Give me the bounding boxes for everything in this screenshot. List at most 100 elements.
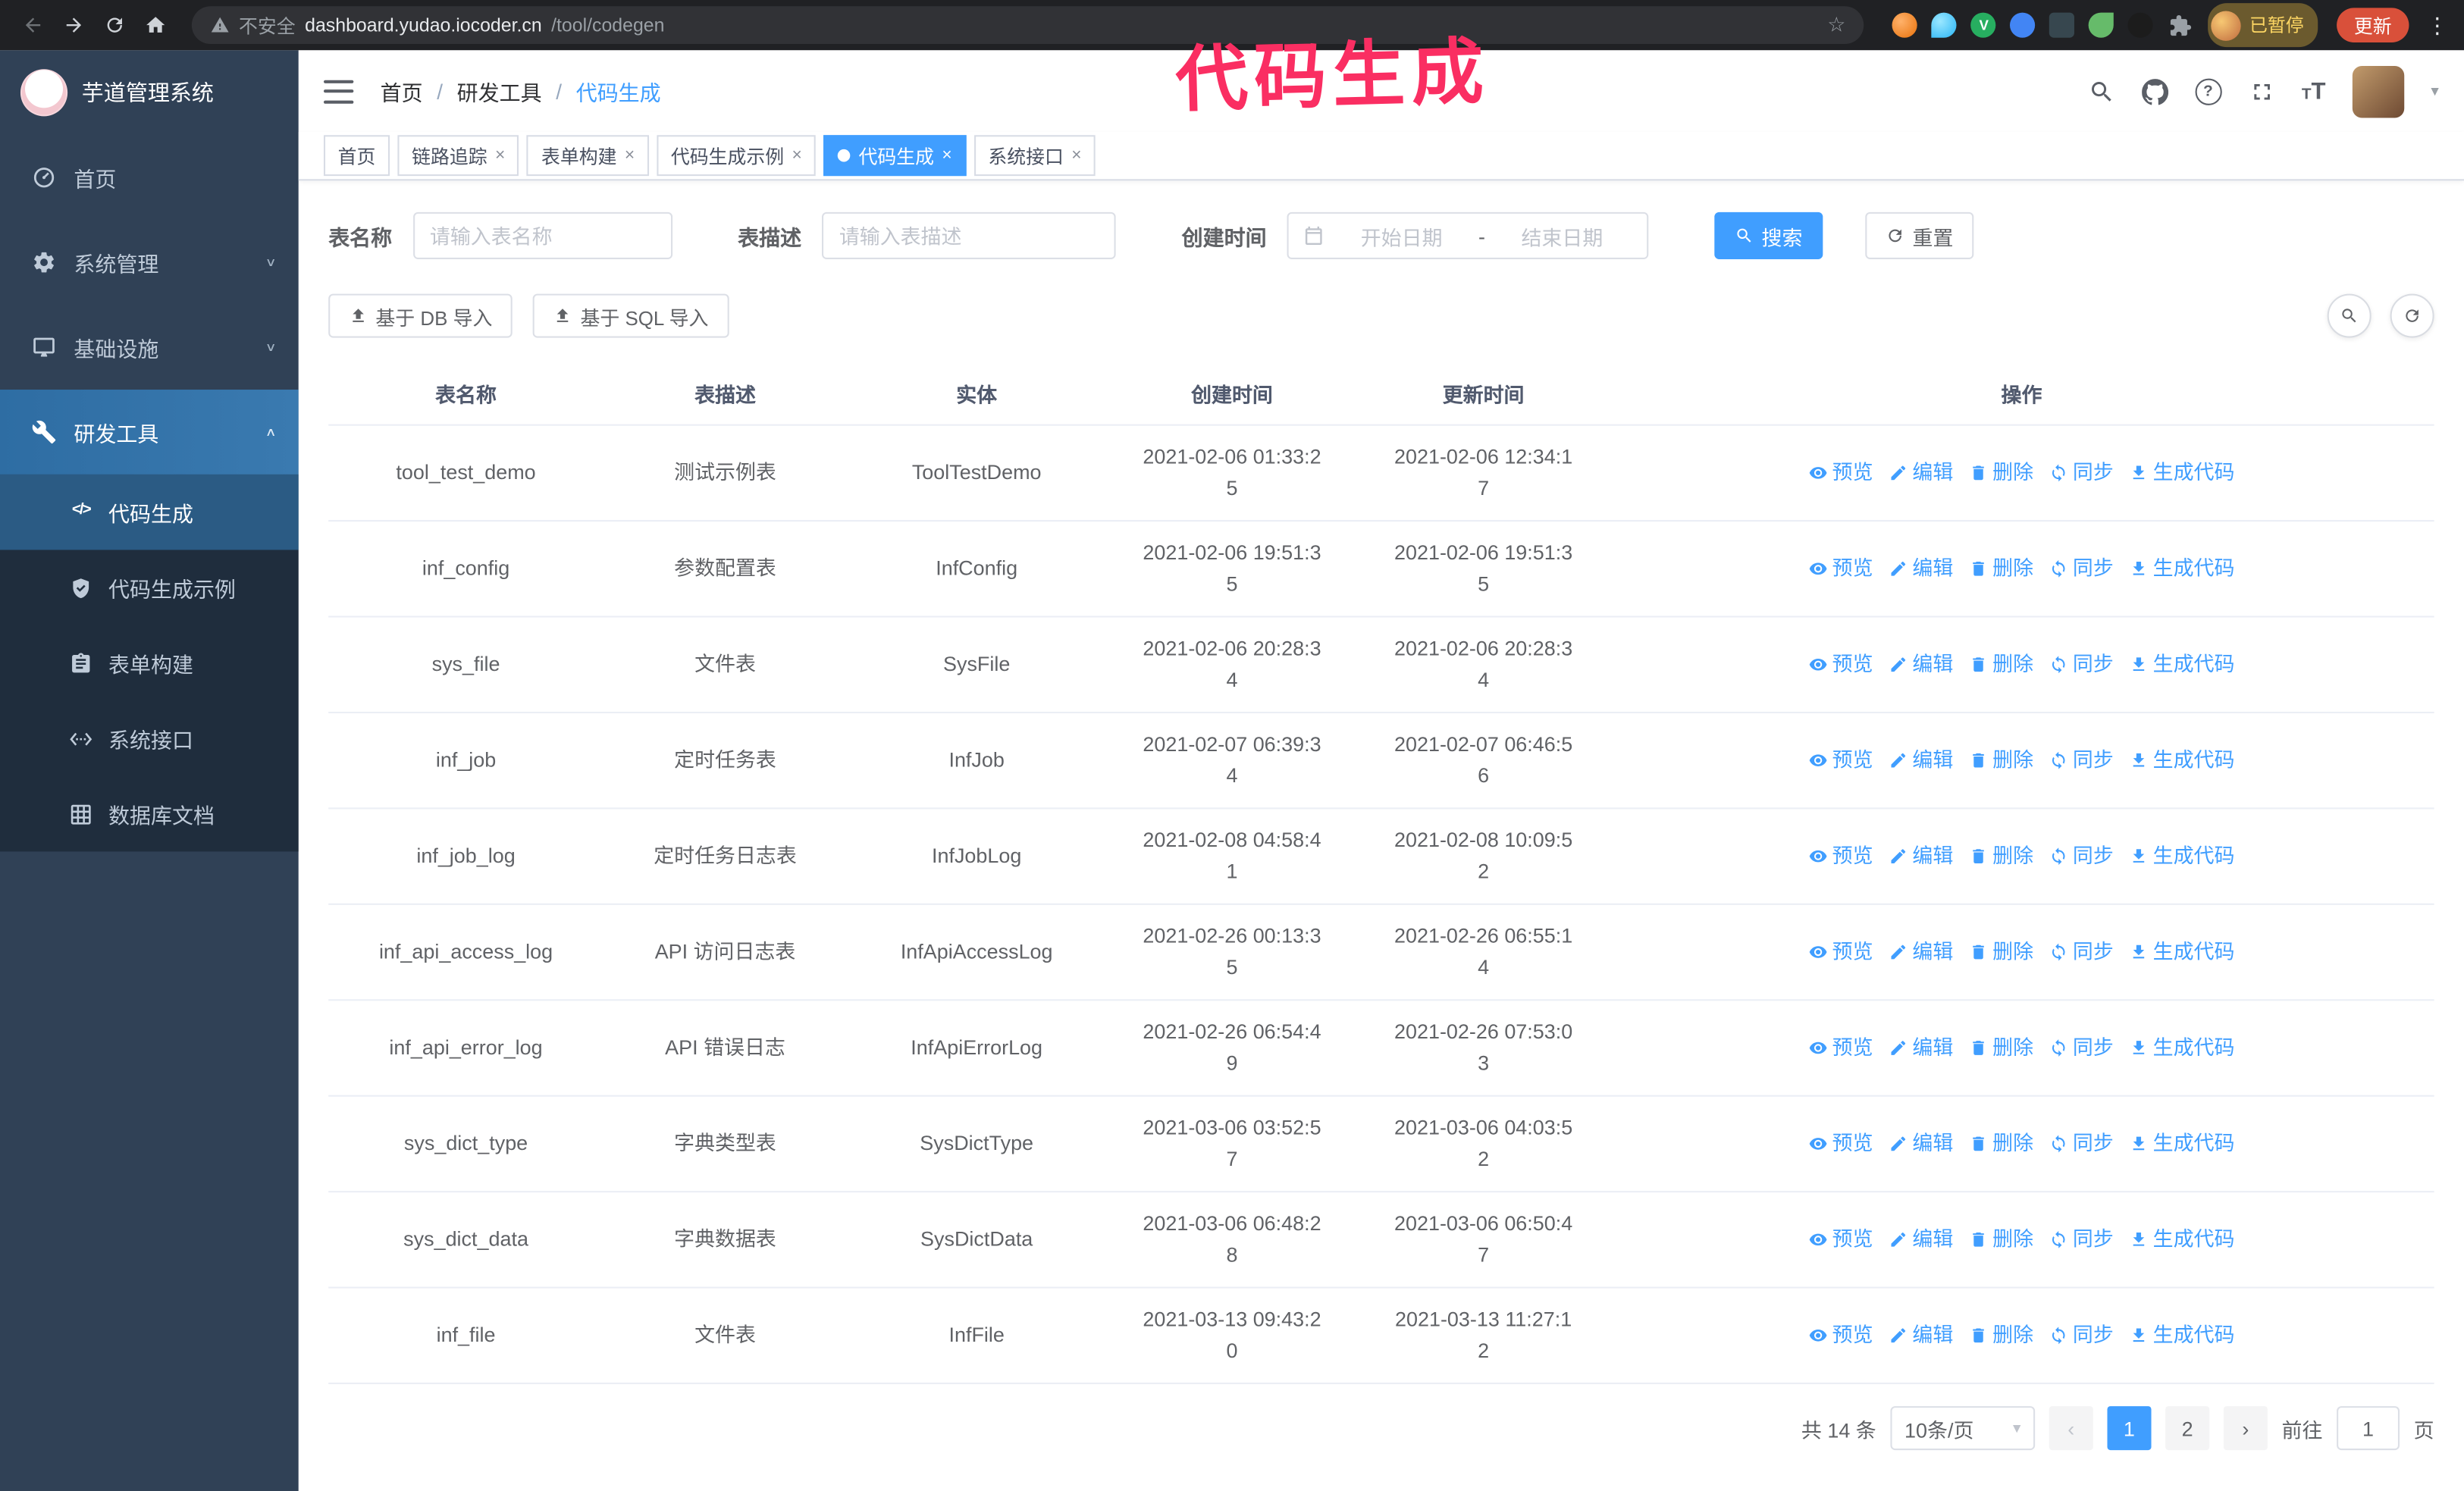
row-action-link[interactable]: 编辑 bbox=[1889, 841, 1953, 872]
reload-icon[interactable] bbox=[98, 8, 133, 42]
row-action-link[interactable]: 生成代码 bbox=[2130, 457, 2234, 488]
row-action-link[interactable]: 编辑 bbox=[1889, 1320, 1953, 1351]
table-desc-input[interactable] bbox=[822, 211, 1116, 259]
search-icon[interactable] bbox=[2088, 78, 2114, 105]
row-action-link[interactable]: 编辑 bbox=[1889, 553, 1953, 584]
page-size-select[interactable]: 10条/页 ▾ bbox=[1890, 1406, 2036, 1451]
tab-home[interactable]: 首页 bbox=[323, 135, 390, 177]
row-action-link[interactable]: 删除 bbox=[1969, 553, 2033, 584]
tab-tracing[interactable]: 链路追踪 × bbox=[397, 135, 519, 177]
row-action-link[interactable]: 删除 bbox=[1969, 1224, 2033, 1255]
row-action-link[interactable]: 删除 bbox=[1969, 841, 2033, 872]
row-action-link[interactable]: 编辑 bbox=[1889, 744, 1953, 775]
row-action-link[interactable]: 预览 bbox=[1809, 936, 1873, 967]
row-action-link[interactable]: 删除 bbox=[1969, 744, 2033, 775]
import-db-button[interactable]: 基于 DB 导入 bbox=[328, 293, 513, 338]
row-action-link[interactable]: 同步 bbox=[2049, 841, 2114, 872]
close-icon[interactable]: × bbox=[625, 146, 635, 165]
search-button[interactable]: 搜索 bbox=[1714, 211, 1823, 259]
home-icon[interactable] bbox=[138, 8, 173, 42]
tab-codegen-example[interactable]: 代码生成示例 × bbox=[657, 135, 817, 177]
page-button-1[interactable]: 1 bbox=[2107, 1406, 2152, 1451]
row-action-link[interactable]: 生成代码 bbox=[2130, 841, 2234, 872]
tab-form-builder[interactable]: 表单构建 × bbox=[527, 135, 649, 177]
row-action-link[interactable]: 删除 bbox=[1969, 1032, 2033, 1063]
close-icon[interactable]: × bbox=[1071, 146, 1081, 165]
row-action-link[interactable]: 预览 bbox=[1809, 457, 1873, 488]
row-action-link[interactable]: 生成代码 bbox=[2130, 1320, 2234, 1351]
goto-page-input[interactable] bbox=[2337, 1406, 2400, 1451]
tab-codegen[interactable]: 代码生成 × bbox=[823, 135, 967, 177]
row-action-link[interactable]: 同步 bbox=[2049, 936, 2114, 967]
submenu-item-api[interactable]: 系统接口 bbox=[0, 700, 299, 775]
breadcrumb-devtools[interactable]: 研发工具 bbox=[457, 75, 542, 106]
row-action-link[interactable]: 预览 bbox=[1809, 1320, 1873, 1351]
tab-api[interactable]: 系统接口 × bbox=[973, 135, 1096, 177]
row-action-link[interactable]: 编辑 bbox=[1889, 1032, 1953, 1063]
row-action-link[interactable]: 生成代码 bbox=[2130, 1224, 2234, 1255]
row-action-link[interactable]: 预览 bbox=[1809, 744, 1873, 775]
submenu-item-form-builder[interactable]: 表单构建 bbox=[0, 625, 299, 700]
fox-extension-icon[interactable] bbox=[1892, 12, 1918, 38]
puzzle-extensions-icon[interactable] bbox=[2168, 13, 2193, 38]
breadcrumb-home[interactable]: 首页 bbox=[381, 75, 423, 106]
page-button-2[interactable]: 2 bbox=[2165, 1406, 2210, 1451]
row-action-link[interactable]: 同步 bbox=[2049, 1032, 2114, 1063]
browser-update-button[interactable]: 更新 bbox=[2337, 8, 2409, 42]
reset-button[interactable]: 重置 bbox=[1865, 211, 1974, 259]
row-action-link[interactable]: 编辑 bbox=[1889, 1128, 1953, 1159]
row-action-link[interactable]: 删除 bbox=[1969, 457, 2033, 488]
user-avatar[interactable] bbox=[2352, 65, 2405, 117]
font-size-icon[interactable]: TT bbox=[2302, 78, 2326, 105]
row-action-link[interactable]: 同步 bbox=[2049, 1224, 2114, 1255]
import-sql-button[interactable]: 基于 SQL 导入 bbox=[533, 293, 729, 338]
bookmark-star-icon[interactable]: ☆ bbox=[1827, 13, 1845, 38]
help-icon[interactable]: ? bbox=[2194, 77, 2222, 105]
fullscreen-icon[interactable] bbox=[2248, 78, 2274, 105]
avatar-caret-icon[interactable]: ▾ bbox=[2431, 83, 2438, 100]
next-page-button[interactable]: › bbox=[2223, 1406, 2268, 1451]
row-action-link[interactable]: 删除 bbox=[1969, 649, 2033, 680]
leaf-extension-icon[interactable] bbox=[2089, 12, 2114, 38]
sidebar-item-home[interactable]: 首页 bbox=[0, 135, 299, 220]
row-action-link[interactable]: 预览 bbox=[1809, 841, 1873, 872]
submenu-item-db-doc[interactable]: 数据库文档 bbox=[0, 776, 299, 851]
profile-chip[interactable]: 已暂停 bbox=[2209, 3, 2318, 48]
sidebar-item-infra[interactable]: 基础设施 ∨ bbox=[0, 305, 299, 390]
submenu-item-codegen-example[interactable]: 代码生成示例 bbox=[0, 550, 299, 625]
close-icon[interactable]: × bbox=[495, 146, 505, 165]
row-action-link[interactable]: 同步 bbox=[2049, 457, 2114, 488]
row-action-link[interactable]: 同步 bbox=[2049, 744, 2114, 775]
row-action-link[interactable]: 删除 bbox=[1969, 1320, 2033, 1351]
row-action-link[interactable]: 预览 bbox=[1809, 1032, 1873, 1063]
row-action-link[interactable]: 预览 bbox=[1809, 1224, 1873, 1255]
row-action-link[interactable]: 预览 bbox=[1809, 553, 1873, 584]
row-action-link[interactable]: 编辑 bbox=[1889, 936, 1953, 967]
row-action-link[interactable]: 编辑 bbox=[1889, 649, 1953, 680]
hamburger-icon[interactable] bbox=[323, 79, 354, 103]
row-action-link[interactable]: 删除 bbox=[1969, 1128, 2033, 1159]
row-action-link[interactable]: 删除 bbox=[1969, 936, 2033, 967]
browser-menu-icon[interactable]: ⋮ bbox=[2426, 12, 2448, 39]
toggle-search-button[interactable] bbox=[2327, 293, 2372, 338]
submenu-item-codegen[interactable]: </> 代码生成 bbox=[0, 474, 299, 550]
row-action-link[interactable]: 生成代码 bbox=[2130, 744, 2234, 775]
prev-page-button[interactable]: ‹ bbox=[2049, 1406, 2093, 1451]
pug-extension-icon[interactable] bbox=[2128, 12, 2154, 38]
row-action-link[interactable]: 生成代码 bbox=[2130, 553, 2234, 584]
row-action-link[interactable]: 生成代码 bbox=[2130, 1032, 2234, 1063]
row-action-link[interactable]: 同步 bbox=[2049, 553, 2114, 584]
keyboard-extension-icon[interactable] bbox=[2049, 12, 2075, 38]
table-name-input[interactable] bbox=[412, 211, 672, 259]
forward-icon[interactable] bbox=[57, 8, 92, 42]
address-bar[interactable]: 不安全 dashboard.yudao.iocoder.cn/tool/code… bbox=[191, 6, 1865, 45]
back-icon[interactable] bbox=[16, 8, 51, 42]
row-action-link[interactable]: 编辑 bbox=[1889, 1224, 1953, 1255]
row-action-link[interactable]: 预览 bbox=[1809, 1128, 1873, 1159]
drop-extension-icon[interactable] bbox=[1932, 12, 1958, 38]
check-extension-icon[interactable]: V bbox=[1971, 12, 1997, 38]
sidebar-item-devtools[interactable]: 研发工具 ∧ bbox=[0, 390, 299, 475]
row-action-link[interactable]: 编辑 bbox=[1889, 457, 1953, 488]
row-action-link[interactable]: 生成代码 bbox=[2130, 1128, 2234, 1159]
refresh-table-button[interactable] bbox=[2390, 293, 2434, 338]
